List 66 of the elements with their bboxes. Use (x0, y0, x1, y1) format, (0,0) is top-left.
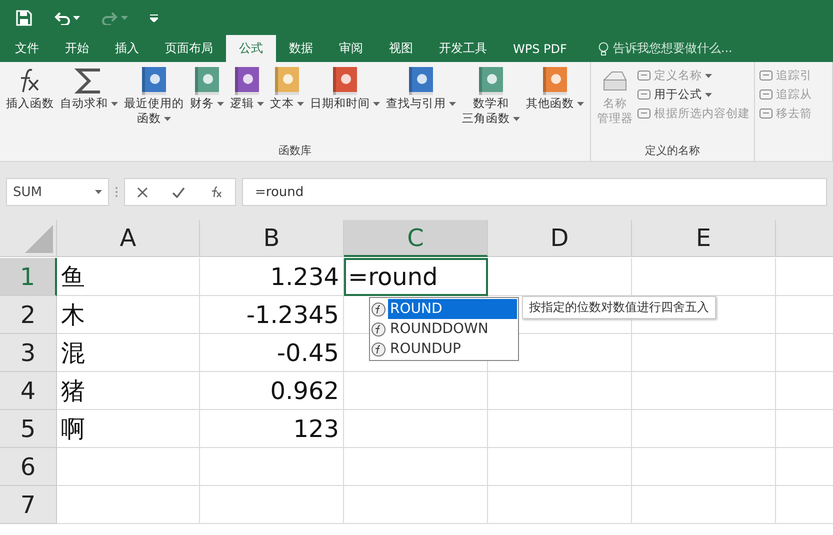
ribbon-tab[interactable]: 审阅 (326, 35, 376, 62)
table-cell: 1.234 (200, 258, 344, 296)
row-header[interactable]: 2 (0, 296, 57, 334)
ribbon-button[interactable]: 数学和 三角函数 (460, 64, 522, 143)
ribbon-tab[interactable]: WPS PDF (500, 35, 580, 62)
function-icon (371, 342, 386, 356)
undo-icon[interactable] (54, 10, 70, 24)
group-label: 定义的名称 (644, 143, 701, 159)
autocomplete-item[interactable]: ROUNDDOWN (371, 319, 517, 339)
function-icon (371, 322, 386, 336)
ribbon-button[interactable]: 财务 (188, 64, 226, 143)
autocomplete-item[interactable]: ROUNDUP (371, 339, 517, 359)
ribbon-button[interactable]: 最近使用的 函数 (122, 64, 186, 143)
row-header[interactable]: 6 (0, 448, 57, 486)
ribbon-tab[interactable]: 数据 (276, 35, 326, 62)
function-tooltip: 按指定的位数对数值进行四舍五入 (522, 296, 716, 319)
ribbon-button[interactable]: 用于公式 (637, 87, 750, 102)
ribbon-tab[interactable]: 开始 (52, 35, 102, 62)
table-cell: 鱼 (57, 258, 200, 296)
ribbon-tab[interactable]: 开发工具 (426, 35, 500, 62)
lightbulb-icon (598, 42, 609, 56)
table-cell: 混 (57, 334, 200, 372)
row-header[interactable]: 3 (0, 334, 57, 372)
table-cell: 木 (57, 296, 200, 334)
ribbon-button[interactable]: 文本 (268, 64, 306, 143)
table-cell: 啊 (57, 410, 200, 448)
table-cell: 123 (200, 410, 344, 448)
ribbon-button[interactable]: 日期和时间 (308, 64, 382, 143)
ribbon-tab[interactable]: 公式 (226, 35, 276, 62)
table-cell: 猪 (57, 372, 200, 410)
customize-icon[interactable] (150, 14, 158, 22)
formula-field[interactable]: =round (242, 178, 827, 206)
row-header[interactable]: 5 (0, 410, 57, 448)
ribbon-tab[interactable]: 视图 (376, 35, 426, 62)
name-box[interactable]: SUM (6, 178, 109, 206)
ribbon-button[interactable]: 自动求和 (58, 64, 120, 143)
column-header[interactable]: C (344, 220, 488, 257)
save-icon[interactable] (16, 10, 32, 26)
tell-me-field[interactable]: 告诉我您想要做什么... (580, 35, 732, 62)
enter-icon[interactable] (172, 186, 186, 198)
active-cell[interactable]: =round (344, 258, 488, 296)
insert-function-icon[interactable] (210, 186, 223, 198)
row-header[interactable]: 7 (0, 486, 57, 524)
caret-icon (73, 16, 80, 20)
ribbon-button[interactable]: 查找与引用 (384, 64, 458, 143)
ribbon-button[interactable]: 其他函数 (524, 64, 586, 143)
row-header[interactable]: 1 (0, 258, 57, 296)
grip-icon (115, 186, 118, 198)
row-header[interactable]: 4 (0, 372, 57, 410)
ribbon-button[interactable]: 插入函数 (4, 64, 56, 143)
ribbon-tab[interactable]: 页面布局 (152, 35, 226, 62)
cancel-icon[interactable] (137, 186, 148, 198)
table-cell: -0.45 (200, 334, 344, 372)
ribbon-button[interactable]: 逻辑 (228, 64, 266, 143)
column-header[interactable]: A (57, 220, 200, 257)
column-header[interactable]: B (200, 220, 344, 257)
column-header[interactable]: D (488, 220, 632, 257)
ribbon-tab[interactable]: 文件 (2, 35, 52, 62)
function-icon (371, 302, 386, 316)
group-label: 函数库 (278, 143, 312, 159)
table-cell: 0.962 (200, 372, 344, 410)
table-cell: -1.2345 (200, 296, 344, 334)
ribbon-tab[interactable]: 插入 (102, 35, 152, 62)
column-header[interactable]: E (632, 220, 776, 257)
caret-icon (121, 16, 128, 20)
caret-icon (95, 190, 102, 194)
